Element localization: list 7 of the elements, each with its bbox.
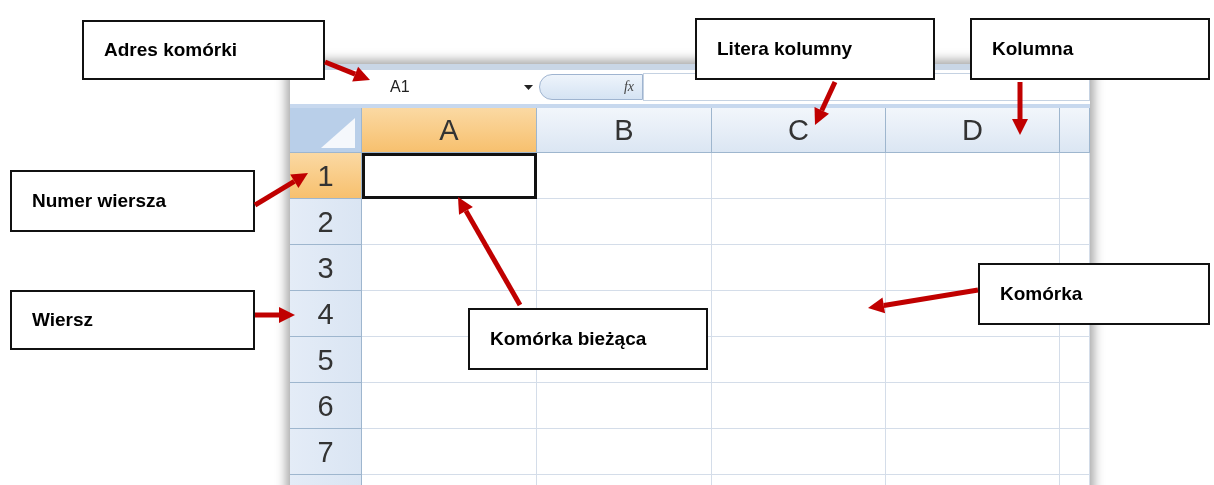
callout-tooltip: Komórka bieżąca: [468, 308, 708, 370]
callout-tooltip: Numer wiersza: [10, 170, 255, 232]
callout-tooltip: Adres komórki: [82, 20, 325, 80]
callout-tooltip: Litera kolumny: [695, 18, 935, 80]
callout-tooltip: Kolumna: [970, 18, 1210, 80]
callout-tooltip: Komórka: [978, 263, 1210, 325]
callout-tooltip: Wiersz: [10, 290, 255, 350]
